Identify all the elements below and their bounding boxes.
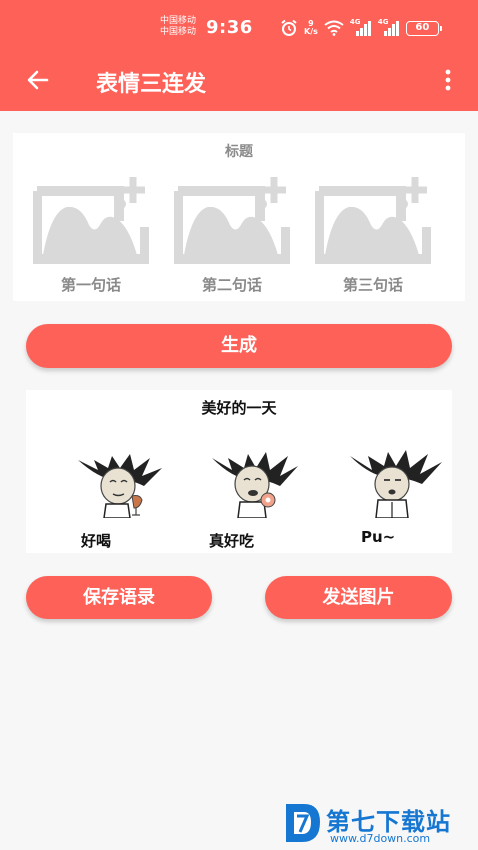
d7-logo-icon <box>286 804 320 842</box>
app-bar: 中国移动 中国移动 9:36 9 K/s 4G 4G 60 表情三连发 <box>0 0 478 111</box>
image-slot-1[interactable]: 第一句话 <box>33 173 149 297</box>
net-speed-unit: K/s <box>304 27 318 36</box>
generate-button[interactable]: 生成 <box>26 324 452 368</box>
more-menu-button[interactable] <box>434 64 462 96</box>
meme-editor-card: 标题 第一句话 第二句话 第三句话 <box>13 133 465 301</box>
slot-label: 第一句话 <box>60 276 121 294</box>
add-image-icon <box>33 177 149 264</box>
slot-label: 第二句话 <box>201 276 262 294</box>
net-speed: 9 K/s <box>304 20 318 36</box>
signal-group-1: 4G <box>350 18 372 36</box>
image-slot-2[interactable]: 第二句话 <box>174 173 290 297</box>
wifi-icon <box>324 20 344 36</box>
signal-group-2: 4G <box>378 18 400 36</box>
more-vert-icon <box>445 69 451 91</box>
meme-caption-3: Pu~ <box>361 528 396 546</box>
status-clock: 9:36 <box>206 17 253 38</box>
meme-image-3 <box>344 448 444 519</box>
back-button[interactable] <box>22 64 54 96</box>
carrier-label: 中国移动 中国移动 <box>160 16 197 37</box>
add-image-icon <box>315 177 431 264</box>
status-icons: 9 K/s 4G 4G 60 <box>280 18 442 38</box>
add-image-icon <box>174 177 290 264</box>
signal-icon <box>383 21 399 36</box>
image-slot-3[interactable]: 第三句话 <box>315 173 431 297</box>
signal-icon <box>355 21 371 36</box>
meme-caption-2: 真好吃 <box>209 532 255 550</box>
meme-image-2 <box>204 448 304 519</box>
meme-caption-1: 好喝 <box>81 532 112 550</box>
slot-label: 第三句话 <box>342 276 403 294</box>
send-image-button[interactable]: 发送图片 <box>265 576 452 619</box>
meme-preview-card: 美好的一天 好喝 真好吃 Pu~ <box>26 390 452 553</box>
save-quote-button[interactable]: 保存语录 <box>26 576 212 619</box>
preview-title: 美好的一天 <box>201 399 277 417</box>
meme-image-1 <box>68 448 168 519</box>
status-bar: 中国移动 中国移动 9:36 9 K/s 4G 4G 60 <box>0 0 478 48</box>
toolbar: 表情三连发 <box>0 52 478 108</box>
watermark-url: www.d7down.com <box>330 832 431 845</box>
page-title: 表情三连发 <box>96 72 207 97</box>
arrow-left-icon <box>27 70 49 90</box>
title-input[interactable]: 标题 <box>13 141 465 161</box>
watermark: 第七下载站 www.d7down.com <box>282 800 478 848</box>
alarm-icon <box>281 19 297 36</box>
battery-indicator: 60 <box>405 20 442 36</box>
